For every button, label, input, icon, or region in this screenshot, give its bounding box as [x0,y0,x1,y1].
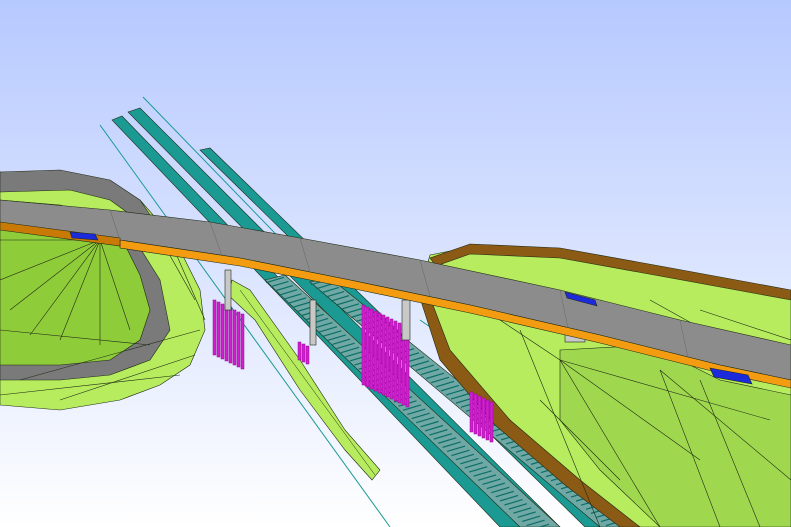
pile [481,397,486,439]
pile [381,314,386,396]
pile [216,301,221,358]
pile [232,309,237,366]
pile [224,305,229,362]
pile [473,393,478,435]
3d-scene[interactable] [0,0,791,527]
pile [236,311,241,368]
pile [369,308,374,390]
pile [297,341,302,361]
pile [385,316,390,398]
pile [477,395,482,437]
pile [489,401,494,443]
pile [301,343,306,363]
pile [377,312,382,394]
pile [220,303,225,360]
pile [361,304,366,386]
pile [485,399,490,441]
pile [389,318,394,400]
pile [373,310,378,392]
pile [393,320,398,402]
pile [365,306,370,388]
3d-model-viewport[interactable] [0,0,791,527]
pile [305,345,310,365]
pile [397,322,402,404]
pile [240,313,245,370]
pile [228,307,233,364]
pile [469,391,474,433]
pile [212,299,217,356]
